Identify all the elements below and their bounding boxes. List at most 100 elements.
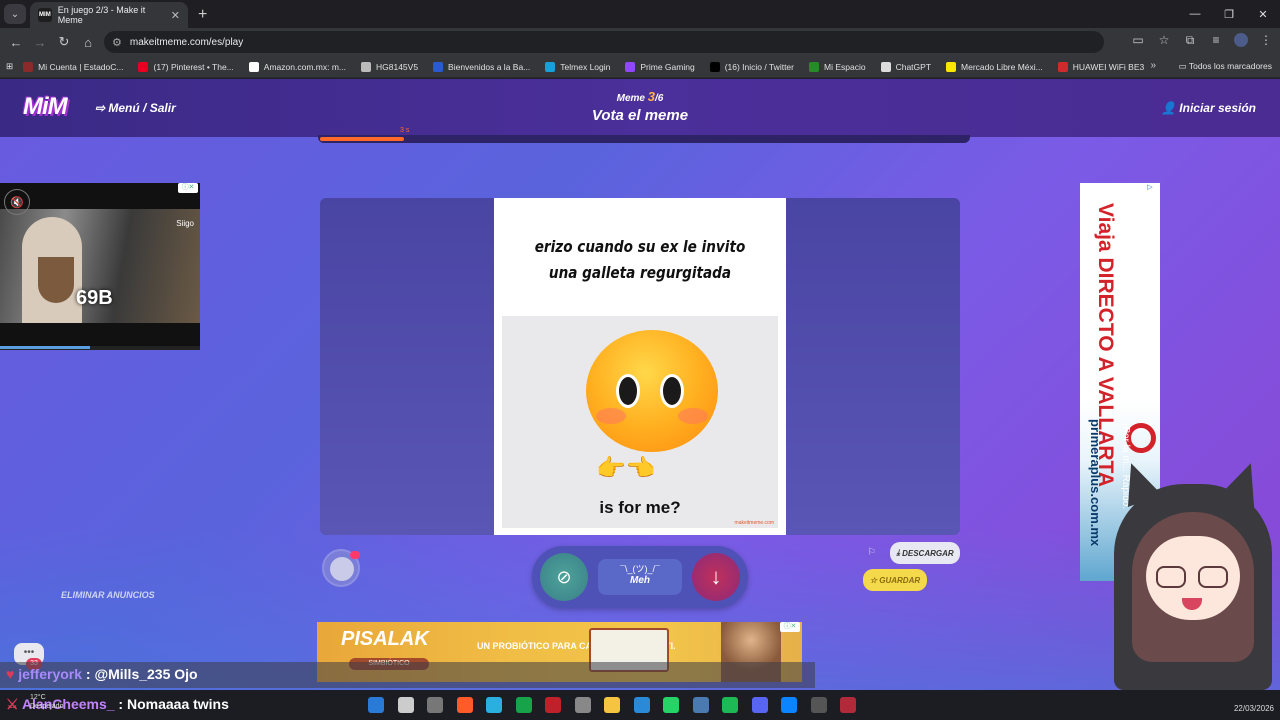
home-button[interactable]: ⌂	[76, 35, 100, 50]
bottom-ad-brand: PISALAK	[341, 628, 429, 650]
browser-toolbar: ← → ↻ ⌂ ⚙ makeitmeme.com/es/play ▭ ☆ ⧉ ≡…	[0, 28, 1280, 56]
tab-active[interactable]: MIM En juego 2/3 - Make it Meme ✕	[30, 2, 188, 28]
task-view-icon[interactable]	[427, 697, 443, 713]
reload-button[interactable]: ↻	[52, 34, 76, 50]
photos-icon[interactable]	[692, 697, 709, 713]
forward-button[interactable]: →	[28, 35, 52, 50]
streamer-avatar	[1106, 457, 1280, 690]
meme-counter: Meme 3/6	[0, 89, 1280, 104]
site-header: MiM ⇨ Menú / Salir Meme 3/6 Vota el meme…	[0, 79, 1280, 137]
save-button[interactable]: ☆ GUARDAR	[863, 569, 927, 591]
bookmark-item[interactable]: Mercado Libre Méxi...	[946, 61, 1043, 72]
bookmark-item[interactable]: Prime Gaming	[625, 61, 695, 72]
vote-down-button[interactable]: ↓	[692, 553, 740, 601]
obs-icon[interactable]	[574, 697, 591, 713]
player-avatar-button[interactable]	[322, 549, 360, 587]
more-menu-icon[interactable]: ⋮	[1258, 33, 1274, 48]
heart-icon: ♥	[6, 666, 15, 682]
edge-icon[interactable]	[781, 697, 797, 713]
close-tab-icon[interactable]: ✕	[171, 9, 180, 22]
bookmark-label: HG8145V5	[375, 61, 419, 72]
tab-title: En juego 2/3 - Make it Meme	[57, 5, 146, 25]
taskbar-date[interactable]: 22/03/2026	[1234, 704, 1274, 713]
report-flag-icon[interactable]: ⚐	[867, 547, 876, 558]
profile-avatar[interactable]	[1234, 33, 1248, 47]
whatsapp-icon[interactable]	[663, 697, 679, 713]
bookmark-item[interactable]: Mi Cuenta | EstadoC...	[23, 61, 123, 72]
back-button[interactable]: ←	[4, 35, 28, 50]
chat-username: jefferyork	[18, 666, 83, 682]
bookmark-item[interactable]: Bienvenidos a la Ba...	[433, 61, 531, 72]
cast-icon[interactable]: ▭	[1130, 33, 1146, 48]
meme-caption: erizo cuando su ex le invito una galleta…	[534, 237, 746, 282]
bookmark-item[interactable]: HUAWEI WiFi BE3	[1057, 61, 1144, 72]
video-ad[interactable]: 69B Siigo 🔇 ⓘ✕	[0, 183, 200, 350]
meme-card: erizo cuando su ex le invito una galleta…	[320, 198, 960, 535]
chrome-icon[interactable]	[486, 697, 502, 713]
new-tab-button[interactable]: +	[198, 6, 207, 24]
bookmark-item[interactable]: HG8145V5	[360, 61, 419, 72]
reading-list-icon[interactable]: ≡	[1208, 33, 1224, 48]
mute-icon[interactable]: 🔇	[4, 189, 30, 215]
meme-counter-label: Meme	[616, 93, 645, 104]
login-link[interactable]: 👤 Iniciar sesión	[1161, 101, 1256, 115]
remove-ads-link[interactable]: ELIMINAR ANUNCIOS	[61, 590, 155, 600]
store-icon[interactable]	[633, 697, 650, 713]
bookmark-item[interactable]: Mi Espacio	[809, 61, 866, 72]
bookmark-item[interactable]: Amazon.com.mx: m...	[248, 61, 346, 72]
brave-icon[interactable]	[456, 697, 473, 713]
vote-up-button[interactable]: ⊘	[540, 553, 588, 601]
emoji-eye-left	[616, 374, 640, 408]
all-bookmarks-label: Todos los marcadores	[1188, 61, 1272, 71]
bookmark-label: Amazon.com.mx: m...	[263, 61, 346, 72]
minimize-button[interactable]: —	[1178, 0, 1212, 28]
bookmark-item[interactable]: (16) Inicio / Twitter	[709, 61, 794, 72]
valorant-icon[interactable]	[840, 697, 856, 713]
start-icon[interactable]	[368, 697, 384, 713]
extensions-icon[interactable]: ⧉	[1182, 33, 1198, 48]
discord-icon[interactable]	[751, 697, 768, 713]
ad-info-icon[interactable]: ▷	[1140, 183, 1160, 193]
bookmark-favicon-icon	[138, 61, 149, 72]
emoji-blush-right	[678, 408, 708, 424]
all-bookmarks-folder[interactable]: ▭ Todos los marcadores	[1179, 61, 1272, 72]
apps-grid-icon[interactable]: ⊞	[6, 61, 13, 72]
shrug-emoticon: ¯\_(ツ)_/¯	[620, 564, 660, 574]
site-info-icon[interactable]: ⚙	[112, 36, 122, 49]
bookmarks-bar: ⊞ Mi Cuenta | EstadoC... (17) Pinterest •…	[0, 56, 1280, 78]
chat-message: : @Mills_235 Ojo	[85, 666, 198, 682]
chat-message: : Nomaaaa twins	[118, 696, 229, 712]
bookmark-item[interactable]: (17) Pinterest • The...	[138, 61, 234, 72]
bookmark-favicon-icon	[625, 61, 636, 72]
pleading-emoji-icon	[586, 330, 718, 452]
weather-widget[interactable]: 12°C Despejado	[30, 693, 63, 711]
pointing-hands-icon: 👉👈	[596, 455, 656, 482]
download-button[interactable]: ⤓ DESCARGAR	[890, 542, 960, 564]
opera-icon[interactable]	[545, 697, 561, 713]
xbox-icon[interactable]	[515, 697, 532, 713]
bookmark-label: (17) Pinterest • The...	[153, 61, 234, 72]
ad-choices-icon[interactable]: ⓘ✕	[178, 183, 198, 193]
search-icon[interactable]	[397, 697, 414, 713]
close-window-button[interactable]: ✕	[1246, 0, 1280, 28]
address-bar[interactable]: ⚙ makeitmeme.com/es/play	[104, 31, 1104, 53]
steam-icon[interactable]	[810, 697, 827, 713]
tab-search-button[interactable]: ⌄	[4, 4, 26, 24]
spotify-icon[interactable]	[722, 697, 738, 713]
round-progress-bar	[318, 135, 970, 143]
video-ad-beard	[38, 257, 74, 303]
bookmarks-overflow-icon[interactable]: »	[1150, 60, 1156, 71]
bookmark-favicon-icon	[1057, 61, 1068, 72]
file-explorer-icon[interactable]	[604, 697, 620, 713]
bookmark-label: Telmex Login	[560, 61, 611, 72]
bookmark-label: Bienvenidos a la Ba...	[448, 61, 531, 72]
restore-button[interactable]: ❐	[1212, 0, 1246, 28]
vote-meh-button[interactable]: ¯\_(ツ)_/¯ Meh	[598, 559, 682, 595]
bookmark-star-icon[interactable]: ☆	[1156, 33, 1172, 48]
bookmark-label: Mercado Libre Méxi...	[961, 61, 1043, 72]
emoji-eye-right	[660, 374, 684, 408]
bookmark-item[interactable]: ChatGPT	[880, 61, 931, 72]
tab-favicon: MIM	[38, 8, 52, 22]
bottom-ad-choices-icon[interactable]: ⓘ✕	[780, 622, 800, 632]
bookmark-item[interactable]: Telmex Login	[545, 61, 611, 72]
